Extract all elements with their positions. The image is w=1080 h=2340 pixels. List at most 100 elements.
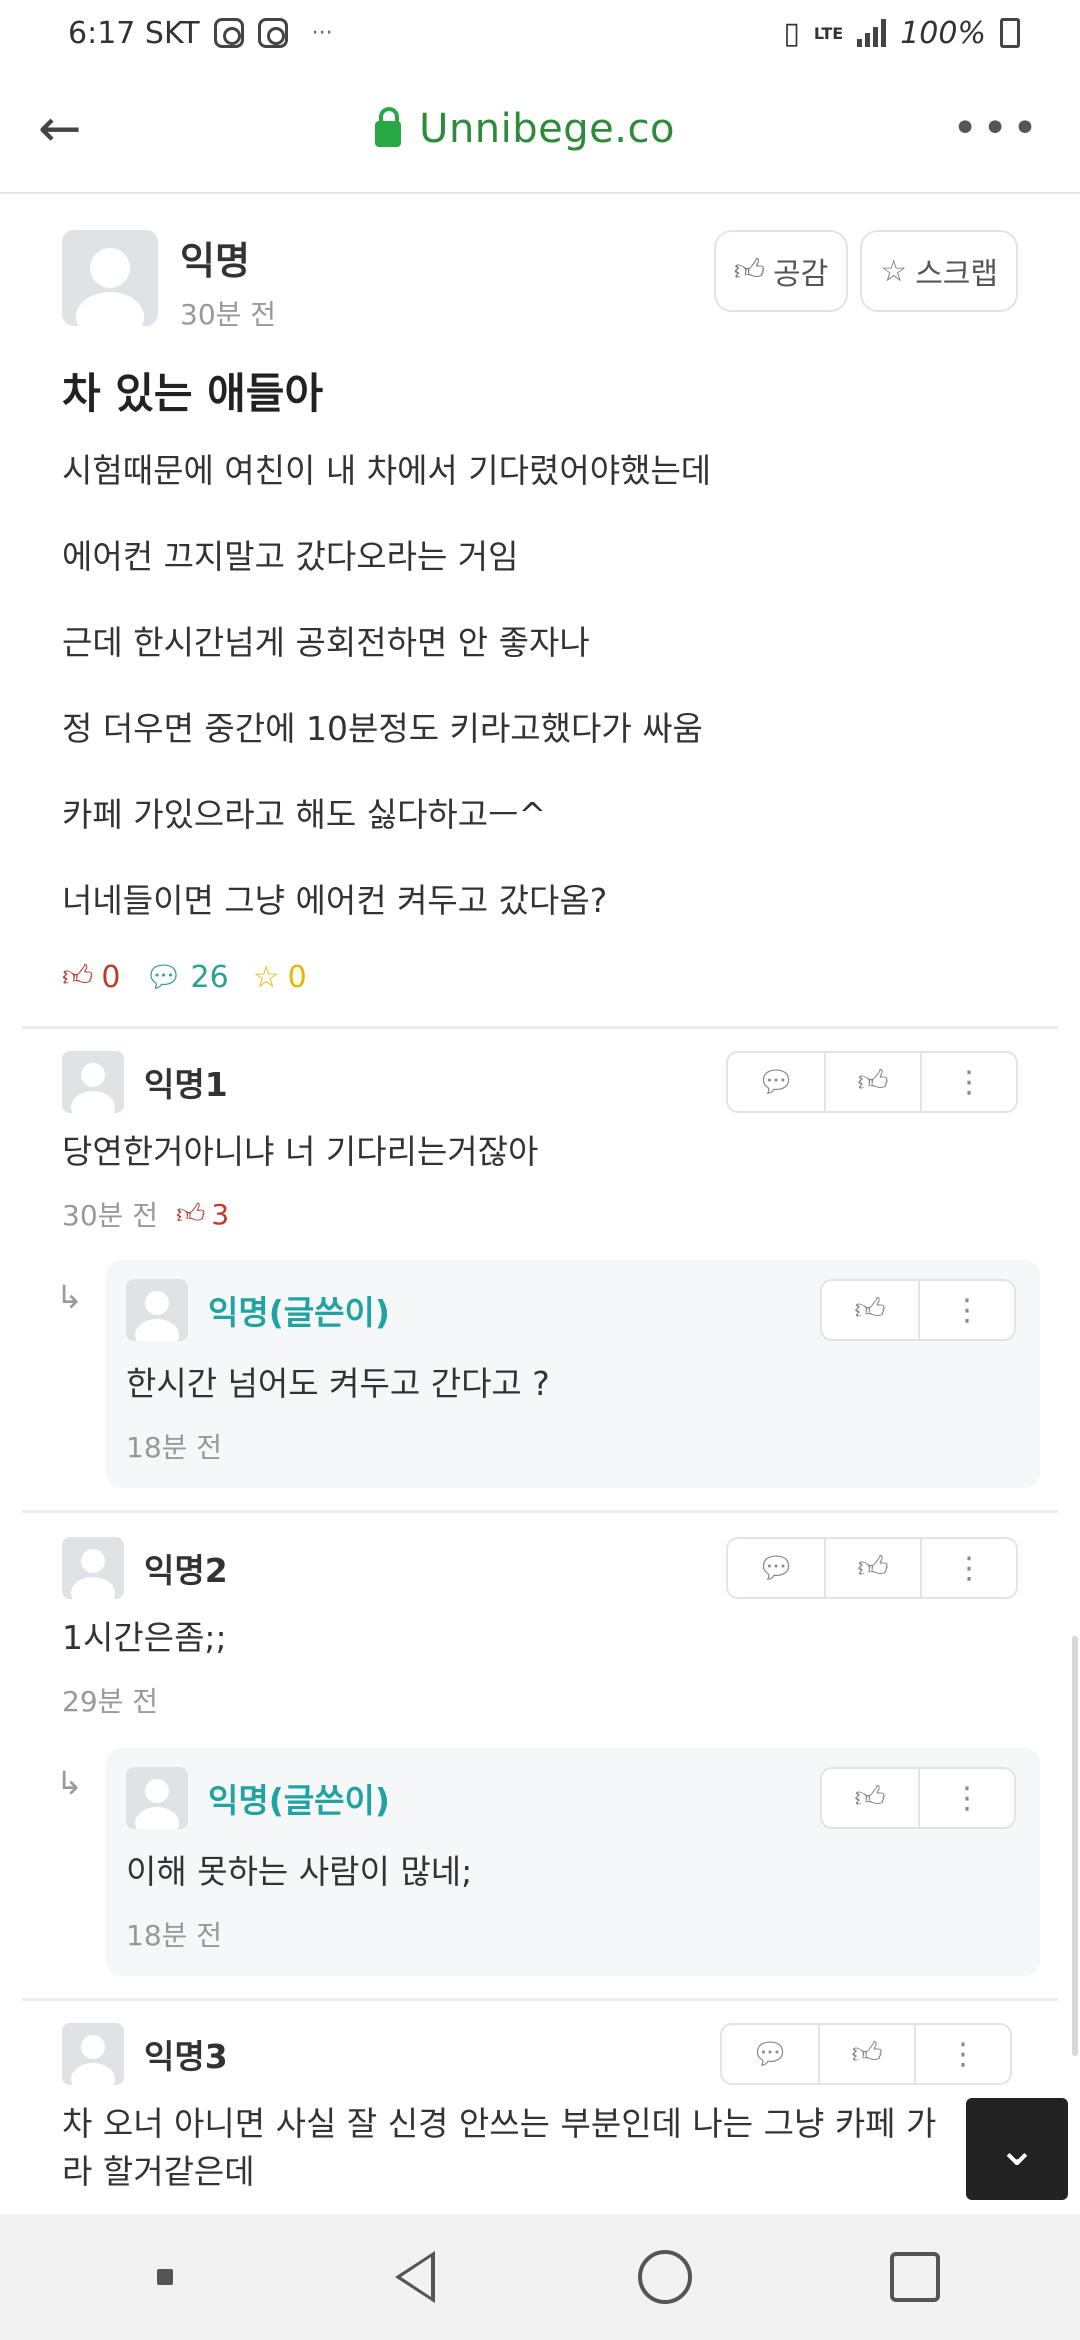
lock-icon: [375, 107, 402, 147]
reply-time: 18분 전: [126, 1431, 223, 1464]
thumbs-up-icon[interactable]: 👍︎: [818, 2025, 914, 2083]
signal-icon: [857, 19, 887, 47]
comment: 익명1 💬︎ 👍︎ ⋮ 당연한거아니냐 너 기다리는거잖아 30분 전 👍︎ 3: [0, 1050, 1080, 1234]
reply-author: 익명(글쓴이): [208, 1781, 390, 1820]
reply-meta: 18분 전: [126, 1426, 1016, 1466]
thumbs-up-icon[interactable]: 👍︎: [822, 1769, 918, 1827]
comment-text: 차 오너 아니면 사실 잘 신경 안쓰는 부분인데 나는 그냥 카페 가라 할거…: [62, 2104, 937, 2191]
speech-bubble-icon: 💬︎: [144, 959, 183, 995]
divider: [22, 1998, 1058, 2001]
status-bar: 6:17 SKT ··· ▯ LTE 100%: [0, 0, 1080, 66]
comment-meta: 29분 전: [62, 1680, 1018, 1720]
nav-home-button[interactable]: [630, 2242, 700, 2312]
post-line: 정 더우면 중간에 10분정도 키라고했다가 싸움: [62, 709, 703, 748]
url-bar[interactable]: Unnibege.co: [375, 106, 675, 152]
post-line: 근데 한시간넘게 공회전하면 안 좋자나: [62, 623, 590, 662]
reply-icon[interactable]: 💬︎: [728, 1053, 824, 1111]
thumbs-up-icon[interactable]: 👍︎: [824, 1053, 920, 1111]
divider: [22, 1510, 1058, 1513]
url-text: Unnibege.co: [419, 106, 675, 152]
thumbs-up-icon: 👍︎: [733, 253, 766, 288]
reply-icon[interactable]: 💬︎: [722, 2025, 818, 2083]
scroll-down-button[interactable]: ⌄: [966, 2098, 1068, 2200]
comment-text: 당연한거아니냐 너 기다리는거잖아: [62, 1132, 539, 1171]
status-more-icon: ···: [311, 20, 333, 46]
reply: 익명(글쓴이) 👍︎ ⋮ 한시간 넘어도 켜두고 간다고 ? 18분 전: [106, 1260, 1040, 1488]
status-left: 6:17 SKT ···: [68, 16, 333, 51]
nav-menu-button[interactable]: [130, 2242, 200, 2312]
thumbs-up-icon: 👍︎: [62, 959, 94, 994]
comment-author: 익명3: [144, 2037, 228, 2076]
comment: 익명3 💬︎ 👍︎ ⋮ 차 오너 아니면 사실 잘 신경 안쓰는 부분인데 나는…: [0, 2022, 1080, 2196]
instagram-icon: [213, 18, 244, 48]
back-arrow-icon[interactable]: ←: [38, 103, 98, 155]
avatar: [62, 1051, 124, 1113]
comment-time: 30분 전: [62, 1199, 159, 1232]
back-triangle-icon: [395, 2251, 435, 2303]
post-actions: 👍︎ 공감 ☆ 스크랩: [713, 230, 1018, 312]
nav-recent-button[interactable]: [880, 2242, 950, 2312]
post-header: 익명 30분 전 👍︎ 공감 ☆ 스크랩: [62, 230, 1018, 331]
comment-header: 익명1 💬︎ 👍︎ ⋮: [62, 1050, 1018, 1114]
vibrate-icon: ▯: [783, 15, 800, 51]
scrollbar[interactable]: [1072, 1636, 1078, 2056]
battery-icon: [1000, 18, 1020, 48]
reply-icon[interactable]: 💬︎: [728, 1539, 824, 1597]
vertical-dots-icon[interactable]: ⋮: [920, 1539, 1016, 1597]
vertical-dots-icon[interactable]: ⋮: [914, 2025, 1010, 2083]
comment-tools: 💬︎ 👍︎ ⋮: [720, 2023, 1012, 2085]
browser-toolbar: ← Unnibege.co •••: [0, 66, 1080, 194]
avatar: [126, 1279, 188, 1341]
post-line: 에어컨 끄지말고 갔다오라는 거임: [62, 537, 519, 576]
thumbs-up-icon: 👍︎: [176, 1197, 206, 1230]
comment-header: 익명3 💬︎ 👍︎ ⋮: [62, 2022, 1012, 2086]
nav-back-button[interactable]: [380, 2242, 450, 2312]
navigation-bar: [0, 2214, 1080, 2340]
comment-author: 익명2: [144, 1551, 228, 1590]
post-stats: 👍︎ 0 💬︎ 26 ☆ 0: [62, 959, 1018, 995]
star-icon: ☆: [880, 253, 908, 289]
reply-time: 18분 전: [126, 1919, 223, 1952]
comment-meta: 30분 전 👍︎ 3: [62, 1194, 1018, 1234]
avatar: [126, 1767, 188, 1829]
thumbs-up-icon[interactable]: 👍︎: [822, 1281, 918, 1339]
comment-count: 💬︎ 26: [144, 960, 228, 995]
post-line: 카페 가있으라고 해도 싫다하고ㅡ^: [62, 795, 547, 834]
scrap-button[interactable]: ☆ 스크랩: [860, 230, 1018, 312]
comment-count-value: 26: [190, 959, 229, 995]
comment-likes-value: 3: [211, 1197, 230, 1231]
star-icon: ☆: [252, 959, 280, 995]
reply-tools: 👍︎ ⋮: [820, 1279, 1016, 1341]
scrap-count: ☆ 0: [253, 960, 307, 995]
comment-tools: 💬︎ 👍︎ ⋮: [726, 1051, 1018, 1113]
reply: 익명(글쓴이) 👍︎ ⋮ 이해 못하는 사람이 많네; 18분 전: [106, 1748, 1040, 1976]
vertical-dots-icon[interactable]: ⋮: [920, 1053, 1016, 1111]
comment-time: 29분 전: [62, 1685, 159, 1718]
chevron-down-icon: ⌄: [996, 2121, 1038, 2177]
thumbs-up-icon[interactable]: 👍︎: [824, 1539, 920, 1597]
status-right: ▯ LTE 100%: [783, 16, 1020, 51]
post-title: 차 있는 애들아: [62, 369, 324, 418]
comment: 익명2 💬︎ 👍︎ ⋮ 1시간은좀;; 29분 전: [0, 1536, 1080, 1720]
like-button-label: 공감: [773, 257, 829, 292]
home-circle-icon: [638, 2250, 692, 2304]
comment-text: 1시간은좀;;: [62, 1618, 227, 1657]
avatar: [62, 230, 158, 326]
post-body: 시험때문에 여친이 내 차에서 기다렸어야했는데 에어컨 끄지말고 갔다오라는 …: [62, 443, 1018, 959]
reply-arrow-icon: ↳: [56, 1278, 83, 1316]
recent-apps-icon: [890, 2252, 940, 2302]
more-options-icon[interactable]: •••: [952, 107, 1042, 151]
post-time: 30분 전: [180, 298, 277, 331]
like-count-value: 0: [101, 959, 121, 995]
battery-percent: 100%: [900, 15, 986, 51]
lte-icon: LTE: [813, 23, 844, 43]
vertical-dots-icon[interactable]: ⋮: [918, 1769, 1014, 1827]
comment-author: 익명1: [144, 1065, 228, 1104]
reply-header: 익명(글쓴이) 👍︎ ⋮: [126, 1766, 1016, 1830]
scrap-count-value: 0: [287, 959, 307, 995]
vertical-dots-icon[interactable]: ⋮: [918, 1281, 1014, 1339]
like-button[interactable]: 👍︎ 공감: [713, 230, 849, 312]
post-line: 시험때문에 여친이 내 차에서 기다렸어야했는데: [62, 451, 712, 490]
instagram-icon: [257, 18, 288, 48]
comment-header: 익명2 💬︎ 👍︎ ⋮: [62, 1536, 1018, 1600]
